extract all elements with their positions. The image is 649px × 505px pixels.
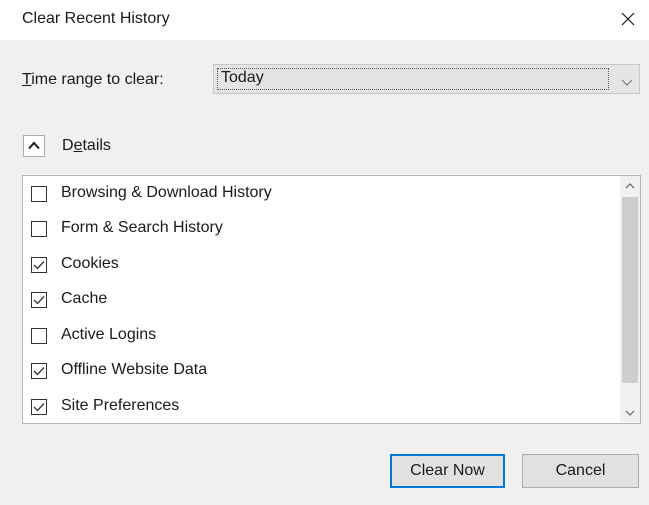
list-item-cookies[interactable]: Cookies bbox=[23, 253, 613, 279]
time-range-value: Today bbox=[221, 69, 264, 86]
list-item-active-logins[interactable]: Active Logins bbox=[23, 324, 613, 350]
item-label: Offline Website Data bbox=[61, 361, 208, 378]
item-label: Form & Search History bbox=[61, 219, 223, 236]
dialog-title: Clear Recent History bbox=[22, 10, 170, 27]
time-range-select[interactable]: Today bbox=[213, 64, 640, 94]
checkbox-site-preferences[interactable] bbox=[31, 399, 47, 415]
checkbox-offline-website-data[interactable] bbox=[31, 363, 47, 379]
dialog-body: Time range to clear: Today Details Brows… bbox=[0, 40, 649, 505]
chevron-up-icon bbox=[28, 141, 40, 150]
checkbox-active-logins[interactable] bbox=[31, 328, 47, 344]
list-item-cache[interactable]: Cache bbox=[23, 288, 613, 314]
time-range-label: Time range to clear: bbox=[22, 71, 164, 88]
clear-history-dialog: Clear Recent History Time range to clear… bbox=[0, 0, 649, 505]
list-item-site-preferences[interactable]: Site Preferences bbox=[23, 395, 613, 421]
checkmark-icon bbox=[33, 261, 45, 270]
list-item-form-search-history[interactable]: Form & Search History bbox=[23, 217, 613, 243]
close-icon bbox=[621, 12, 635, 26]
details-label: Details bbox=[62, 137, 111, 154]
item-label: Cookies bbox=[61, 255, 119, 272]
scrollbar-thumb[interactable] bbox=[622, 197, 638, 383]
scroll-down-arrow-icon bbox=[625, 410, 635, 416]
cancel-button[interactable]: Cancel bbox=[522, 454, 639, 488]
checkmark-icon bbox=[33, 367, 45, 376]
scroll-up-button[interactable] bbox=[620, 176, 640, 196]
clear-now-button[interactable]: Clear Now bbox=[390, 454, 505, 488]
item-label: Site Preferences bbox=[61, 397, 180, 414]
checkbox-browsing-download-history[interactable] bbox=[31, 186, 47, 202]
checkmark-icon bbox=[33, 403, 45, 412]
close-button[interactable] bbox=[613, 4, 643, 34]
list-scrollbar[interactable] bbox=[620, 176, 640, 423]
item-label: Browsing & Download History bbox=[61, 184, 272, 201]
chevron-down-icon bbox=[621, 74, 633, 92]
list-item-browsing-download-history[interactable]: Browsing & Download History bbox=[23, 182, 613, 208]
checkbox-cookies[interactable] bbox=[31, 257, 47, 273]
checkbox-form-search-history[interactable] bbox=[31, 221, 47, 237]
checkbox-cache[interactable] bbox=[31, 292, 47, 308]
select-focus-rect bbox=[217, 68, 609, 90]
title-bar: Clear Recent History bbox=[0, 0, 649, 40]
item-label: Cache bbox=[61, 290, 108, 307]
item-label: Active Logins bbox=[61, 326, 157, 343]
checkmark-icon bbox=[33, 296, 45, 305]
scroll-down-button[interactable] bbox=[620, 403, 640, 423]
list-item-offline-website-data[interactable]: Offline Website Data bbox=[23, 359, 613, 385]
history-items-list: Browsing & Download History Form & Searc… bbox=[22, 175, 641, 424]
details-toggle-button[interactable] bbox=[23, 135, 45, 157]
scroll-up-arrow-icon bbox=[625, 183, 635, 189]
